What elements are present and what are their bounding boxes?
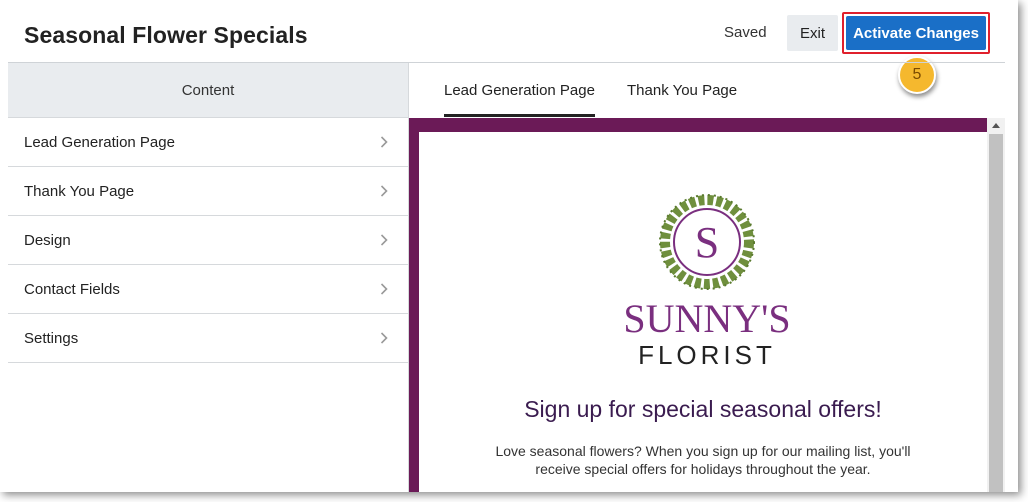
logo-name-line2: FLORIST [638,340,776,370]
chevron-right-icon [380,234,392,246]
scrollbar-thumb[interactable] [989,134,1003,492]
activate-highlight: Activate Changes [842,12,990,54]
signup-description-line2: receive special offers for holidays thro… [535,461,871,477]
caret-up-icon[interactable] [987,118,1005,132]
sidebar-heading: Content [8,63,408,118]
sidebar-item-label: Thank You Page [24,182,135,200]
sidebar-item-label: Design [24,231,71,249]
page-preview: S SUNNY'S FLORIST Sign up for special se… [409,118,987,492]
sidebar-item-contact-fields[interactable]: Contact Fields [8,265,408,314]
content-sidebar: Content Lead Generation Page Thank You P… [8,63,409,492]
sidebar-item-settings[interactable]: Settings [8,314,408,363]
editor-window: Seasonal Flower Specials Saved Exit Acti… [0,0,1018,492]
logo-name-line1: SUNNY'S [623,296,790,341]
signup-description: Love seasonal flowers? When you sign up … [489,442,917,478]
logo-letter: S [695,218,719,267]
preview-tabs: Lead Generation Page Thank You Page [409,63,1005,117]
signup-description-line1: Love seasonal flowers? When you sign up … [495,443,911,459]
chevron-right-icon [380,185,392,197]
sidebar-item-label: Contact Fields [24,280,120,298]
chevron-right-icon [380,332,392,344]
preview-scrollbar[interactable] [987,118,1005,492]
chevron-right-icon [380,283,392,295]
activate-changes-button[interactable]: Activate Changes [846,16,986,50]
sidebar-item-design[interactable]: Design [8,216,408,265]
sidebar-item-label: Lead Generation Page [24,133,175,151]
sidebar-item-lead-generation-page[interactable]: Lead Generation Page [8,118,408,167]
saved-status: Saved [724,24,767,41]
sidebar-item-label: Settings [24,329,79,347]
sidebar-item-thank-you-page[interactable]: Thank You Page [8,167,408,216]
exit-button[interactable]: Exit [787,15,838,51]
tab-thank-you-page[interactable]: Thank You Page [627,63,737,117]
chevron-right-icon [380,136,392,148]
signup-heading: Sign up for special seasonal offers! [524,396,882,422]
preview-content: S SUNNY'S FLORIST Sign up for special se… [419,132,987,492]
sunnys-florist-logo: S SUNNY'S FLORIST [419,184,987,374]
page-title: Seasonal Flower Specials [24,22,308,48]
tab-lead-generation-page[interactable]: Lead Generation Page [444,63,595,117]
